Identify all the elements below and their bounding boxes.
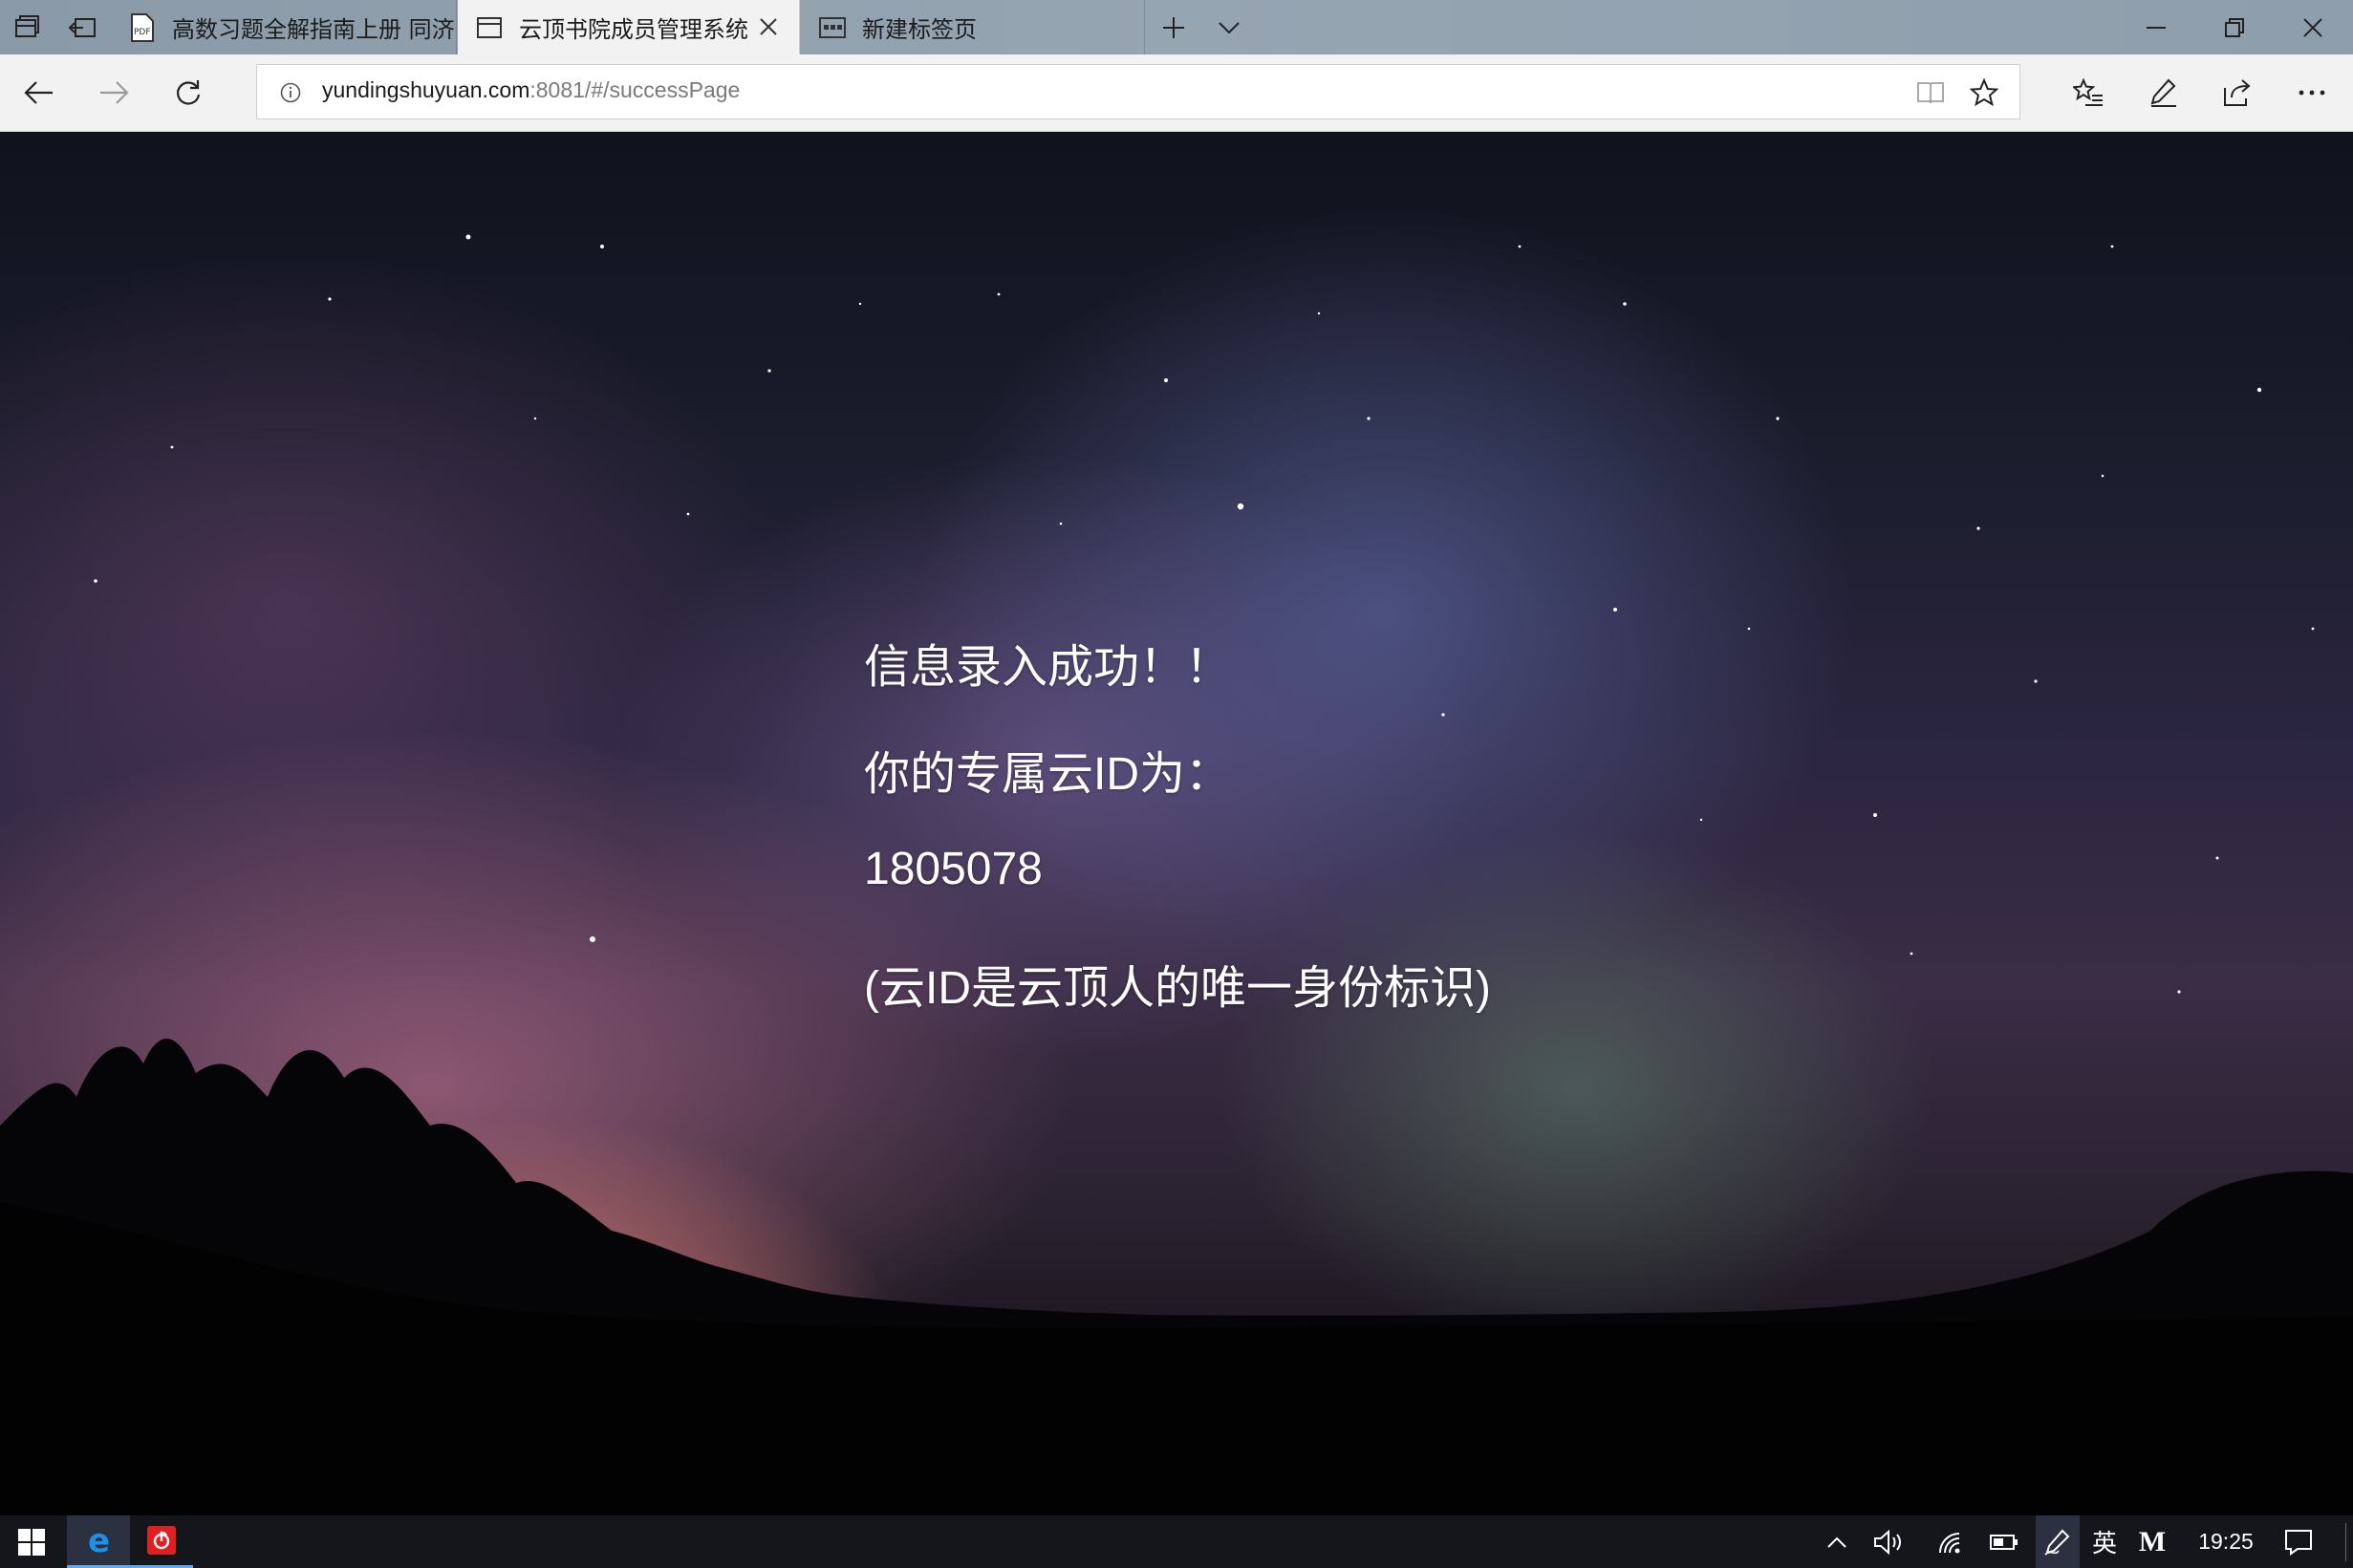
arrow-right-icon [100,81,129,104]
tab-title: 新建标签页 [862,16,977,43]
tab-title: 高数习题全解指南上册 同济 [172,16,455,43]
ime-mode-button[interactable]: M [2133,1515,2171,1568]
tree-silhouette [0,1038,2353,1515]
wifi-icon [1939,1532,1960,1553]
close-icon[interactable] [755,13,782,40]
tab-title: 云顶书院成员管理系统 [519,16,748,43]
battery-button[interactable] [1986,1515,2022,1568]
url-field[interactable]: yundingshuyuan.com:8081/#/successPage [256,64,2020,119]
windows-ink-button[interactable] [2036,1515,2080,1568]
chevron-up-icon [1827,1536,1846,1548]
success-page: 信息录入成功！！ 你的专属云ID为： 1805078 (云ID是云顶人的唯一身份… [0,132,2353,1515]
tab-member-system[interactable]: 云顶书院成员管理系统 [458,0,800,54]
share-icon [2224,79,2251,106]
set-tabs-aside-button[interactable] [55,0,109,54]
url-host: yundingshuyuan.com [322,77,530,102]
back-button[interactable] [2,54,76,131]
show-desktop-divider [2344,1522,2346,1561]
new-tab-page-icon [818,13,847,42]
address-bar-row: yundingshuyuan.com:8081/#/successPage [0,54,2353,132]
svg-text:e: e [88,1524,110,1557]
notification-icon [2285,1529,2312,1556]
battery-icon [1990,1534,2018,1550]
tab-manager-button[interactable] [0,0,54,54]
share-button[interactable] [2200,54,2275,131]
netease-music-taskbar-button[interactable] [130,1515,193,1568]
favorites-button[interactable] [2051,54,2126,131]
ime-mode-label: M [2138,1525,2167,1557]
chevron-down-icon [1219,21,1240,33]
arrow-left-icon [24,81,53,104]
show-desktop-button[interactable] [2342,1515,2349,1568]
clock-button[interactable]: 19:25 [2185,1515,2267,1568]
cloud-id-value: 1805078 [864,844,1043,894]
pen-icon [2150,78,2176,107]
ink-pen-icon [2044,1529,2070,1556]
show-hidden-icons-button[interactable] [1820,1515,1854,1568]
refresh-icon [177,80,201,105]
netease-music-icon [147,1526,176,1555]
minimize-button[interactable] [2118,0,2194,54]
input-language-button[interactable]: 英 [2085,1515,2124,1568]
forward-button[interactable] [76,54,151,131]
refresh-button[interactable] [151,54,226,131]
cloud-id-note: (云ID是云顶人的唯一身份标识) [864,963,1491,1014]
close-icon [2303,17,2322,37]
web-note-button[interactable] [2126,54,2200,131]
browser-title-bar: PDF 高数习题全解指南上册 同济 云顶书院成员管理系统 新建标签页 [0,0,2353,54]
start-button[interactable] [0,1515,63,1568]
edge-taskbar-button[interactable]: e [67,1515,130,1568]
minimize-icon [2147,26,2166,29]
volume-button[interactable] [1869,1515,1908,1568]
more-menu-button[interactable] [2275,54,2349,131]
close-window-button[interactable] [2275,0,2351,54]
ime-language-label: 英 [2091,1530,2117,1558]
windows-taskbar: e 英 M 19:25 [0,1515,2353,1568]
more-dots-icon [2299,90,2325,96]
success-message: 信息录入成功！！ [864,642,1232,693]
tab-pdf-document[interactable]: PDF 高数习题全解指南上册 同济 [111,0,457,54]
url-path: :8081/#/successPage [529,77,741,102]
reading-view-icon[interactable] [1916,80,1945,105]
tabs-aside-icon [15,14,39,37]
tab-preview-button[interactable] [1202,0,1256,54]
tab-new-tab[interactable]: 新建标签页 [801,0,1145,54]
speaker-icon [1874,1529,1901,1555]
windows-logo-icon [18,1528,45,1556]
pdf-icon: PDF [128,12,157,42]
clock-time: 19:25 [2198,1529,2254,1554]
url-text: yundingshuyuan.com:8081/#/successPage [322,77,740,103]
action-center-button[interactable] [2278,1515,2319,1568]
restore-icon [2225,17,2244,37]
new-tab-button[interactable] [1147,0,1200,54]
edge-browser-icon: e [88,1524,110,1557]
plus-icon [1163,16,1184,38]
network-button[interactable] [1932,1515,1969,1568]
set-aside-icon [68,17,96,37]
cloud-id-label: 你的专属云ID为： [864,749,1232,800]
favorite-star-icon[interactable] [1970,78,1998,107]
favorites-list-icon [2073,78,2103,106]
site-info-icon[interactable] [280,82,301,103]
restore-button[interactable] [2196,0,2273,54]
svg-text:PDF: PDF [134,28,151,37]
page-icon [475,13,504,42]
